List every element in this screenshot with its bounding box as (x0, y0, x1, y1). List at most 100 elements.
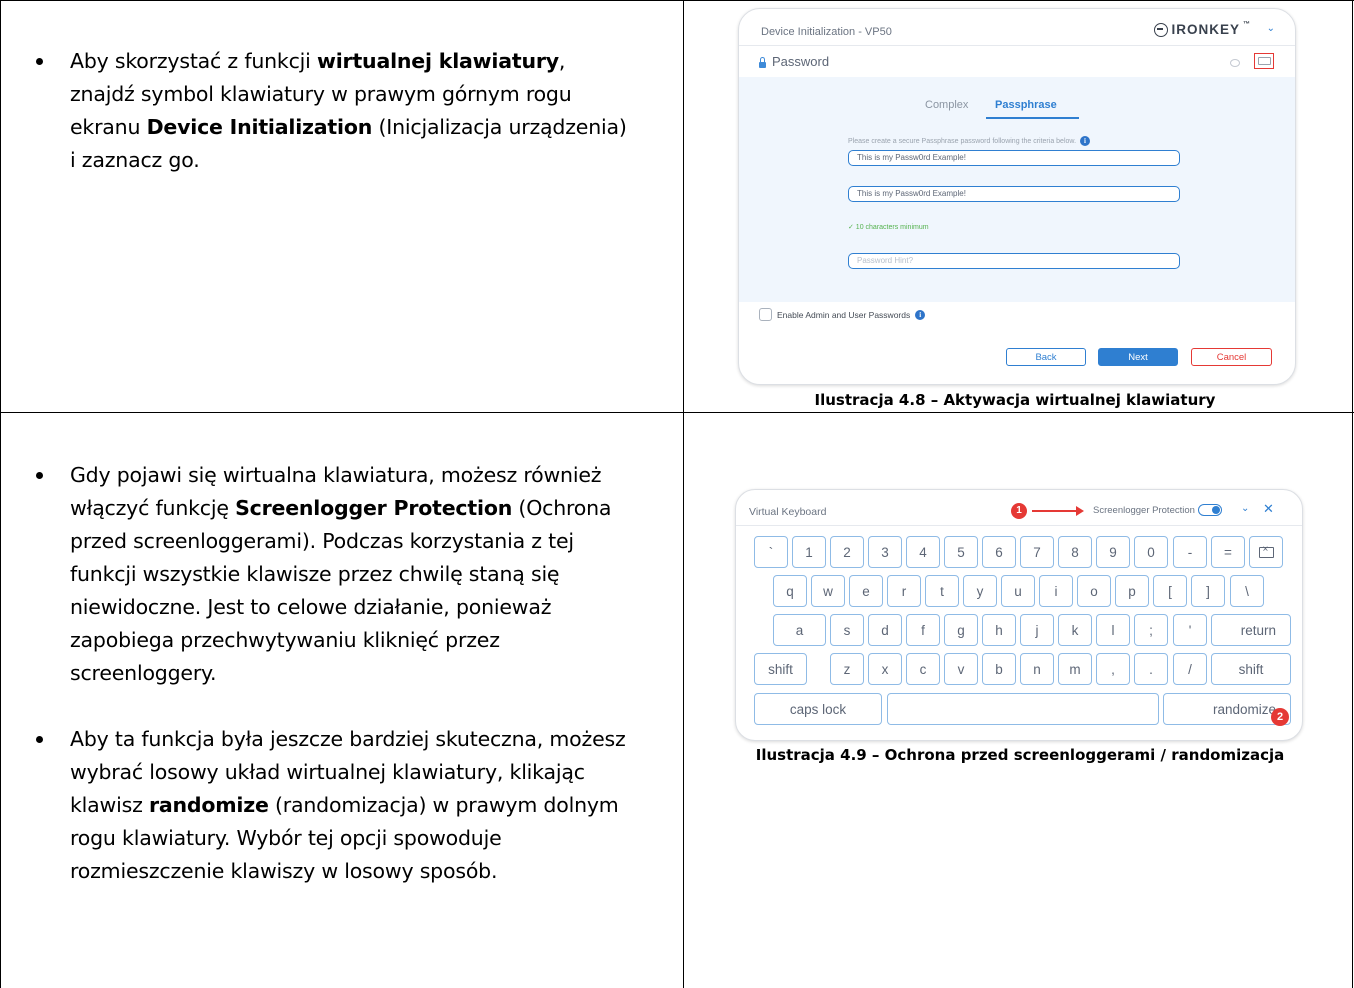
key-char[interactable]: \ (1230, 575, 1264, 607)
key-char[interactable]: 3 (868, 536, 902, 568)
key-char[interactable]: h (982, 614, 1016, 646)
screenlogger-protection-label: Screenlogger Protection (1093, 505, 1195, 516)
key-char[interactable]: x (868, 653, 902, 685)
key-char[interactable]: k (1058, 614, 1092, 646)
divider (736, 525, 1302, 526)
key-char[interactable]: p (1115, 575, 1149, 607)
passphrase-input[interactable]: This is my Passw0rd Example! (848, 150, 1180, 166)
key-char[interactable]: , (1096, 653, 1130, 685)
key-char[interactable]: v (944, 653, 978, 685)
key-char[interactable]: l (1096, 614, 1130, 646)
key-char[interactable]: z (830, 653, 864, 685)
key-char[interactable]: 7 (1020, 536, 1054, 568)
toggle-knob (1212, 505, 1220, 514)
info-icon[interactable]: i (915, 309, 926, 320)
admin-passwords-checkbox[interactable] (759, 308, 772, 321)
key-char[interactable]: / (1173, 653, 1207, 685)
key-char[interactable]: 0 (1134, 536, 1168, 568)
key-char[interactable]: r (887, 575, 921, 607)
key-char[interactable]: 9 (1096, 536, 1130, 568)
password-section-label: Password (759, 54, 829, 69)
key-char[interactable]: e (849, 575, 883, 607)
key-shift[interactable]: shift (754, 653, 807, 685)
bullet-dot (36, 736, 43, 743)
key-space[interactable] (887, 693, 1159, 725)
key-char[interactable]: - (1173, 536, 1207, 568)
key-char[interactable]: 4 (906, 536, 940, 568)
bullet-dot (36, 58, 43, 65)
table-border-left (0, 0, 1, 988)
key-char[interactable]: y (963, 575, 997, 607)
admin-passwords-row[interactable]: Enable Admin and User Passwords i (759, 308, 926, 321)
key-char[interactable]: m (1058, 653, 1092, 685)
key-char[interactable]: j (1020, 614, 1054, 646)
key-char[interactable]: . (1134, 653, 1168, 685)
key-char[interactable]: a (773, 614, 826, 646)
key-return[interactable]: return (1211, 614, 1291, 646)
virtual-keyboard-window: Virtual Keyboard 1 Screenlogger Protecti… (735, 489, 1303, 741)
key-char[interactable]: ] (1191, 575, 1225, 607)
bullet-randomize: Aby ta funkcja była jeszcze bardziej sku… (36, 723, 636, 888)
key-char[interactable]: 2 (830, 536, 864, 568)
eye-icon[interactable] (1230, 59, 1240, 67)
key-char[interactable]: w (811, 575, 845, 607)
ironkey-logo-icon (1154, 22, 1169, 37)
chevron-down-icon[interactable]: ⌄ (1241, 503, 1249, 514)
key-char[interactable]: 8 (1058, 536, 1092, 568)
next-button[interactable]: Next (1098, 348, 1178, 366)
marker-2: 2 (1271, 708, 1289, 726)
key-char[interactable]: d (868, 614, 902, 646)
key-backspace[interactable] (1249, 536, 1283, 568)
key-char[interactable]: i (1039, 575, 1073, 607)
ironkey-logo: IRONKEY ™ (1154, 21, 1251, 37)
chevron-down-icon[interactable]: ⌄ (1267, 23, 1275, 34)
key-shift[interactable]: shift (1211, 653, 1291, 685)
bullet-virtual-keyboard: Aby skorzystać z funkcji wirtualnej klaw… (36, 45, 636, 177)
key-char[interactable]: ; (1134, 614, 1168, 646)
key-char[interactable]: c (906, 653, 940, 685)
figure-caption-4-9: Ilustracja 4.9 – Ochrona przed screenlog… (755, 746, 1285, 764)
key-char[interactable]: s (830, 614, 864, 646)
key-char[interactable]: f (906, 614, 940, 646)
bullet-dot (36, 472, 43, 479)
key-char[interactable]: u (1001, 575, 1035, 607)
section2-text: Gdy pojawi się wirtualna klawiatura, moż… (36, 459, 636, 888)
key-char[interactable]: [ (1153, 575, 1187, 607)
bullet-screenlogger: Gdy pojawi się wirtualna klawiatura, moż… (36, 459, 636, 690)
table-border-top (0, 0, 1354, 1)
key-char[interactable]: ' (1173, 614, 1207, 646)
keyboard-title: Virtual Keyboard (749, 506, 827, 518)
figure-caption-4-8: Ilustracja 4.8 – Aktywacja wirtualnej kl… (814, 391, 1216, 409)
key-char[interactable]: o (1077, 575, 1111, 607)
key-char[interactable]: g (944, 614, 978, 646)
divider (739, 45, 1295, 46)
close-icon[interactable]: ✕ (1263, 501, 1274, 517)
marker-1: 1 (1011, 503, 1027, 519)
min-chars-requirement: ✓ 10 characters minimum (848, 224, 929, 231)
key-char[interactable]: 6 (982, 536, 1016, 568)
device-initialization-dialog: Device Initialization - VP50 IRONKEY ™ ⌄ … (738, 8, 1296, 385)
info-icon[interactable]: i (1080, 136, 1091, 146)
cancel-button[interactable]: Cancel (1191, 348, 1272, 366)
arrow-annotation (1032, 506, 1084, 516)
keyboard-icon (1257, 57, 1271, 65)
table-border-row (0, 412, 1354, 413)
key-char[interactable]: = (1211, 536, 1245, 568)
screenlogger-toggle[interactable] (1198, 504, 1222, 516)
confirm-passphrase-input[interactable]: This is my Passw0rd Example! (848, 186, 1180, 202)
key-char[interactable]: n (1020, 653, 1054, 685)
virtual-keyboard-button[interactable] (1254, 53, 1274, 69)
key-char[interactable]: 5 (944, 536, 978, 568)
key-caps-lock[interactable]: caps lock (754, 693, 882, 725)
table-border-right (1352, 0, 1353, 988)
key-char[interactable]: b (982, 653, 1016, 685)
back-button[interactable]: Back (1006, 348, 1086, 366)
tab-passphrase[interactable]: Passphrase (995, 99, 1057, 111)
key-char[interactable]: q (773, 575, 807, 607)
key-char[interactable]: ` (754, 536, 788, 568)
key-char[interactable]: 1 (792, 536, 826, 568)
key-char[interactable]: t (925, 575, 959, 607)
tab-complex[interactable]: Complex (925, 99, 968, 111)
password-hint-input[interactable]: Password Hint? (848, 253, 1180, 269)
backspace-icon (1258, 544, 1274, 558)
